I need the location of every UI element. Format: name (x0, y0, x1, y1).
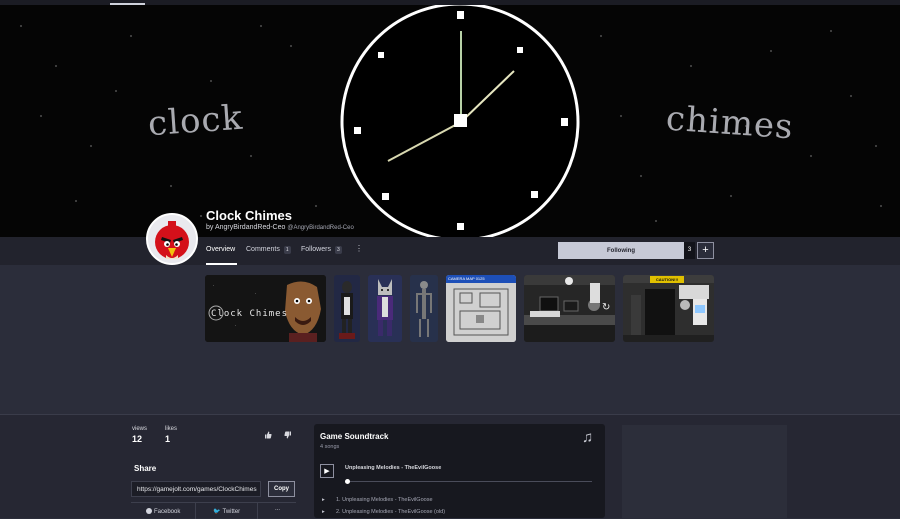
twitter-label: Twitter (222, 509, 241, 515)
angry-bird-avatar-icon (148, 215, 196, 263)
track-progress-handle[interactable] (345, 479, 350, 484)
media-thumbnail-5-camera-map[interactable]: CAMERA MAP 0125 (446, 275, 516, 342)
thumbs-up-icon[interactable] (264, 431, 272, 441)
game-header-banner: clock chimes (0, 5, 900, 237)
media-thumbnail-4[interactable] (410, 275, 438, 342)
game-title: Clock Chimes (206, 208, 292, 223)
tab-overview-label: Overview (206, 246, 236, 253)
song-title: 1. Unpleasing Melodies - TheEvilGoose (336, 497, 433, 503)
track-progress-bar[interactable] (345, 481, 592, 482)
tab-comments-count: 1 (283, 246, 291, 254)
copy-url-button[interactable]: Copy (268, 481, 295, 497)
camera-map-art (446, 283, 516, 342)
views-label: views (132, 426, 148, 432)
following-button[interactable]: Following (558, 242, 684, 259)
twitter-icon: 🐦 (213, 509, 221, 515)
tab-comments-label: Comments (246, 246, 280, 253)
share-twitter-button[interactable]: 🐦 Twitter (213, 508, 240, 515)
share-url-input[interactable]: https://gamejolt.com/games/ClockChimes (131, 481, 261, 497)
media-thumbnail-1[interactable]: Clock Chimes (205, 275, 326, 342)
share-divider-1 (195, 503, 196, 519)
share-buttons-row: Facebook 🐦 Twitter ... (131, 502, 296, 519)
music-note-icon: ♫ (582, 429, 594, 446)
caution-sign: CAUTION!!! (650, 276, 684, 283)
soundtrack-song-count: 4 songs (320, 444, 340, 450)
developer-handle: @AngryBirdandRed-Ceo (287, 225, 354, 231)
tab-followers-label: Followers (301, 246, 331, 253)
share-more-button[interactable]: ... (275, 506, 280, 512)
views-value: 12 (132, 434, 143, 444)
thumbnail-title-text: Clock Chimes (211, 309, 289, 319)
facebook-icon (146, 508, 152, 514)
media-thumbnail-3[interactable] (368, 275, 402, 342)
character-wolf-art (368, 275, 402, 342)
share-heading: Share (134, 464, 157, 473)
tab-followers-count: 3 (334, 246, 342, 254)
song-play-icon: ▸ (322, 497, 325, 503)
tab-active-underline (206, 263, 237, 265)
developer-name-link[interactable]: AngryBirdandRed-Ceo (215, 224, 285, 231)
camera-window-title: CAMERA MAP 0125 (448, 276, 485, 281)
share-facebook-button[interactable]: Facebook (146, 508, 180, 515)
tab-overview[interactable]: Overview (206, 246, 235, 253)
hallway-scene-art (623, 275, 714, 342)
tab-comments[interactable]: Comments 1 (246, 246, 291, 254)
banner-word-clock: clock (146, 97, 245, 145)
sidebar-ad-panel (622, 425, 787, 518)
thumbs-down-icon[interactable] (284, 431, 292, 441)
media-thumbnail-7-hallway[interactable]: CAUTION!!! (623, 275, 714, 342)
media-thumbnail-2[interactable] (334, 275, 360, 342)
thumbs-down-glyph (284, 431, 291, 439)
character-penguin-art (334, 275, 360, 342)
camera-window-titlebar: CAMERA MAP 0125 (446, 275, 516, 283)
song-play-icon: ▸ (322, 509, 325, 515)
developer-avatar[interactable] (146, 213, 198, 265)
developer-byline: by AngryBirdandRed-Ceo @AngryBirdandRed-… (206, 224, 354, 231)
byline-prefix: by (206, 224, 214, 231)
game-soundtrack-card: Game Soundtrack 4 songs ♫ ▶ Unpleasing M… (314, 424, 605, 518)
tab-followers[interactable]: Followers 3 (301, 246, 342, 254)
facebook-label: Facebook (154, 509, 181, 515)
song-list-item[interactable]: ▸ 1. Unpleasing Melodies - TheEvilGoose (322, 497, 433, 503)
follower-count-badge: 3 (684, 242, 695, 259)
soundtrack-title: Game Soundtrack (320, 432, 389, 441)
more-options-icon[interactable]: ⋮ (355, 244, 363, 253)
now-playing-label: Unpleasing Melodies - TheEvilGoose (345, 465, 442, 471)
share-divider-2 (257, 503, 258, 519)
refresh-icon[interactable]: ↻ (602, 302, 610, 313)
media-thumbnail-6-office[interactable]: ↻ (524, 275, 615, 342)
song-title: 2. Unpleasing Melodies - TheEvilGoose (o… (336, 509, 446, 515)
song-list-item[interactable]: ▸ 2. Unpleasing Melodies - TheEvilGoose (… (322, 509, 445, 515)
game-header-bar (0, 237, 900, 265)
character-endoskeleton-art (410, 275, 438, 342)
add-to-playlist-button[interactable]: + (697, 242, 714, 259)
thumbs-up-glyph (265, 431, 272, 439)
play-button[interactable]: ▶ (320, 464, 334, 478)
likes-label: likes (165, 426, 178, 432)
likes-value: 1 (165, 434, 171, 444)
